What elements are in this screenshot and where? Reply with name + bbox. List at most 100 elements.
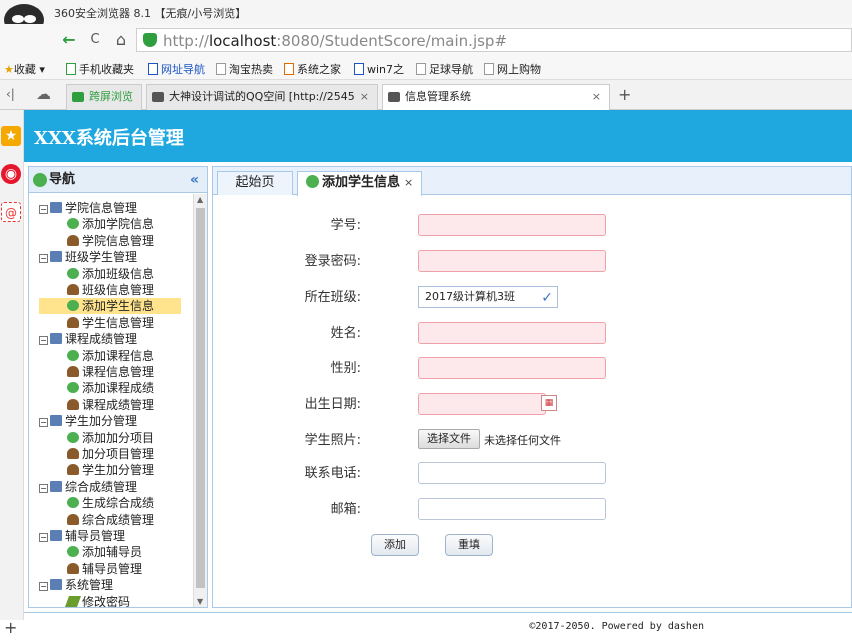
browser-tab-qzone[interactable]: 大神设计调试的QQ空间 [http://2545 × bbox=[146, 84, 378, 110]
close-tab-icon[interactable]: × bbox=[355, 85, 369, 109]
tree-item[interactable]: 辅导员管理 bbox=[67, 561, 142, 577]
bookmark-win7[interactable]: win7之 bbox=[354, 61, 404, 77]
collapse-toggle-icon[interactable]: − bbox=[39, 582, 48, 592]
password-input[interactable] bbox=[418, 250, 606, 272]
main-panel: 起始页 添加学生信息 × 学号: 登录密码: 所在班级: 2017级计算机3班 ✓… bbox=[212, 166, 852, 608]
email-input[interactable] bbox=[418, 498, 606, 520]
tree-label: 加分项目管理 bbox=[82, 447, 155, 461]
bookmark-taobao[interactable]: 淘宝热卖 bbox=[216, 61, 273, 77]
scrollbar-thumb[interactable] bbox=[196, 208, 205, 588]
bookmark-nav[interactable]: 网址导航 bbox=[148, 61, 205, 77]
favorites-star-icon[interactable]: ★ bbox=[1, 126, 21, 146]
cloud-icon[interactable]: ☁ bbox=[36, 85, 51, 103]
tree-label: 课程信息管理 bbox=[82, 365, 155, 379]
tree-group[interactable]: − 系统管理 bbox=[39, 577, 113, 593]
tree-label: 班级信息管理 bbox=[82, 283, 155, 297]
tree-group[interactable]: − 班级学生管理 bbox=[39, 249, 137, 265]
tree-item[interactable]: 添加课程成绩 bbox=[67, 380, 154, 396]
scroll-up-icon[interactable]: ▲ bbox=[197, 195, 203, 204]
nav-title: 导航 bbox=[49, 172, 76, 187]
back-arrow-icon[interactable]: ← bbox=[58, 30, 80, 50]
tree-label: 辅导员管理 bbox=[65, 529, 126, 543]
bookmark-favorites[interactable]: ★收藏 ▾ bbox=[4, 61, 45, 77]
bookmark-shopping[interactable]: 网上购物 bbox=[484, 61, 541, 77]
choose-file-button[interactable]: 选择文件 bbox=[418, 429, 480, 449]
tab-scroll-left-icon[interactable]: ‹| bbox=[6, 87, 15, 101]
tree-item[interactable]: 添加学院信息 bbox=[67, 216, 154, 232]
add-icon bbox=[67, 546, 79, 558]
tree-group[interactable]: − 学院信息管理 bbox=[39, 200, 137, 216]
bookmark-football[interactable]: 足球导航 bbox=[416, 61, 473, 77]
tree-item[interactable]: 添加课程信息 bbox=[67, 348, 154, 364]
tree-label: 综合成绩管理 bbox=[65, 479, 138, 494]
class-select[interactable]: 2017级计算机3班 ✓ bbox=[418, 286, 558, 308]
reset-button[interactable]: 重填 bbox=[445, 534, 493, 556]
tree-group[interactable]: − 辅导员管理 bbox=[39, 528, 125, 544]
tree-item[interactable]: 添加学生信息 bbox=[39, 298, 181, 315]
tree-item[interactable]: 课程信息管理 bbox=[67, 364, 154, 380]
add-sidebar-icon[interactable]: + bbox=[4, 618, 17, 637]
collapse-toggle-icon[interactable]: − bbox=[39, 205, 48, 214]
tree-group[interactable]: − 学生加分管理 bbox=[39, 413, 137, 429]
file-status: 未选择任何文件 bbox=[484, 434, 561, 447]
collapse-toggle-icon[interactable]: − bbox=[39, 483, 48, 493]
tree-item[interactable]: 学生信息管理 bbox=[67, 315, 154, 331]
reload-icon[interactable]: C bbox=[84, 30, 106, 50]
phone-label: 联系电话: bbox=[304, 466, 361, 481]
tree-label: 学生加分管理 bbox=[65, 414, 138, 429]
close-tab-icon[interactable]: × bbox=[404, 176, 413, 189]
tree-item[interactable]: 课程成绩管理 bbox=[67, 397, 154, 413]
tree-item[interactable]: 加分项目管理 bbox=[67, 446, 154, 462]
collapse-toggle-icon[interactable]: − bbox=[39, 418, 48, 428]
password-label: 登录密码: bbox=[304, 254, 361, 269]
birthday-input[interactable]: ▦ bbox=[418, 393, 557, 415]
nav-scrollbar[interactable]: ▲ ▼ bbox=[193, 194, 207, 607]
address-bar[interactable]: http://localhost:8080/StudentScore/main.… bbox=[136, 28, 852, 52]
tree-item[interactable]: 班级信息管理 bbox=[67, 282, 154, 298]
user-icon bbox=[67, 366, 79, 377]
tree-item[interactable]: 添加辅导员 bbox=[67, 544, 142, 560]
collapse-toggle-icon[interactable]: − bbox=[39, 254, 48, 264]
window-title: 360安全浏览器 8.1 【无痕/小号浏览】 bbox=[54, 7, 247, 20]
bookmark-system-home[interactable]: 系统之家 bbox=[284, 61, 341, 77]
tree-label: 辅导员管理 bbox=[82, 561, 143, 576]
tree-label: 班级学生管理 bbox=[65, 250, 138, 265]
tree-group[interactable]: − 课程成绩管理 bbox=[39, 331, 137, 347]
tree-item[interactable]: 学生加分管理 bbox=[67, 462, 154, 478]
student-no-input[interactable] bbox=[418, 214, 606, 236]
close-tab-icon[interactable]: × bbox=[592, 85, 601, 109]
tree-item[interactable]: 生成综合成绩 bbox=[67, 495, 154, 511]
home-icon[interactable]: ⌂ bbox=[110, 30, 132, 50]
user-icon bbox=[67, 448, 79, 459]
add-icon bbox=[67, 431, 79, 443]
tab-add-student[interactable]: 添加学生信息 × bbox=[297, 171, 423, 196]
tab-home[interactable]: 起始页 bbox=[217, 171, 293, 195]
collapse-icon[interactable]: « bbox=[190, 167, 199, 193]
app-header: XXX系统后台管理 bbox=[24, 110, 852, 162]
browser-tab-cross-screen[interactable]: 跨屏浏览 bbox=[66, 84, 142, 110]
email-icon[interactable]: @ bbox=[1, 202, 21, 222]
tree-item[interactable]: 修改密码 bbox=[64, 594, 130, 607]
tree-item[interactable]: 添加加分项目 bbox=[67, 430, 154, 446]
user-icon bbox=[67, 234, 79, 246]
name-input[interactable] bbox=[418, 322, 606, 344]
calendar-icon[interactable]: ▦ bbox=[541, 395, 557, 411]
tree-item[interactable]: 学院信息管理 bbox=[67, 233, 154, 249]
collapse-toggle-icon[interactable]: − bbox=[39, 533, 48, 542]
gender-input[interactable] bbox=[418, 357, 606, 379]
new-tab-icon[interactable]: + bbox=[618, 85, 631, 104]
add-button[interactable]: 添加 bbox=[371, 534, 419, 556]
bookmark-mobile[interactable]: 手机收藏夹 bbox=[66, 61, 134, 77]
phone-input[interactable] bbox=[418, 462, 606, 484]
tree-item[interactable]: 添加班级信息 bbox=[67, 266, 154, 282]
browser-tab-info-system[interactable]: 信息管理系统 × bbox=[382, 84, 610, 110]
tree-label: 学生加分管理 bbox=[82, 463, 155, 478]
tree-label: 课程成绩管理 bbox=[65, 332, 138, 347]
tree-group[interactable]: − 综合成绩管理 bbox=[39, 479, 137, 495]
collapse-toggle-icon[interactable]: − bbox=[39, 336, 48, 346]
add-icon bbox=[67, 300, 79, 312]
tree-item[interactable]: 综合成绩管理 bbox=[67, 512, 154, 528]
birthday-label: 出生日期: bbox=[304, 397, 361, 412]
scroll-down-icon[interactable]: ▼ bbox=[197, 597, 203, 606]
weibo-icon[interactable]: ◉ bbox=[1, 164, 21, 184]
